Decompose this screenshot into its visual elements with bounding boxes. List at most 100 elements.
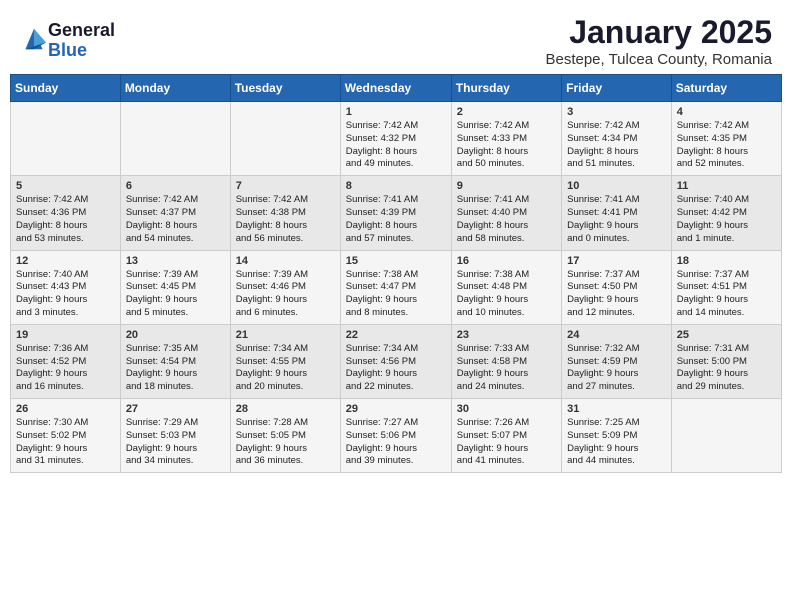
calendar-cell bbox=[230, 102, 340, 176]
cell-content: Sunrise: 7:41 AMSunset: 4:40 PMDaylight:… bbox=[457, 194, 556, 245]
calendar-cell: 21 Sunrise: 7:34 AMSunset: 4:55 PMDayligh… bbox=[230, 324, 340, 398]
cell-content: Sunrise: 7:42 AMSunset: 4:32 PMDaylight:… bbox=[346, 120, 446, 171]
day-number: 12 bbox=[16, 255, 115, 267]
cell-content: Sunrise: 7:41 AMSunset: 4:41 PMDaylight:… bbox=[567, 194, 666, 245]
day-number: 13 bbox=[126, 255, 225, 267]
cell-content: Sunrise: 7:40 AMSunset: 4:43 PMDaylight:… bbox=[16, 269, 115, 320]
calendar-cell: 28 Sunrise: 7:28 AMSunset: 5:05 PMDayligh… bbox=[230, 399, 340, 473]
calendar-week-2: 5Sunrise: 7:42 AMSunset: 4:36 PMDaylight… bbox=[11, 176, 782, 250]
calendar-week-5: 26Sunrise: 7:30 AMSunset: 5:02 PMDayligh… bbox=[11, 399, 782, 473]
col-monday: Monday bbox=[120, 75, 230, 102]
day-number: 15 bbox=[346, 255, 446, 267]
calendar-cell: 23 Sunrise: 7:33 AMSunset: 4:58 PMDayligh… bbox=[451, 324, 561, 398]
cell-content: Sunrise: 7:39 AMSunset: 4:46 PMDaylight:… bbox=[236, 269, 335, 320]
col-tuesday: Tuesday bbox=[230, 75, 340, 102]
calendar-cell: 18 Sunrise: 7:37 AMSunset: 4:51 PMDayligh… bbox=[671, 250, 781, 324]
cell-content: Sunrise: 7:42 AMSunset: 4:33 PMDaylight:… bbox=[457, 120, 556, 171]
day-number: 21 bbox=[236, 329, 335, 341]
col-friday: Friday bbox=[562, 75, 672, 102]
page-header: General Blue January 2025 Bestepe, Tulce… bbox=[0, 0, 792, 74]
calendar-cell: 3 Sunrise: 7:42 AMSunset: 4:34 PMDaylight… bbox=[562, 102, 672, 176]
day-number: 6 bbox=[126, 180, 225, 192]
day-number: 28 bbox=[236, 403, 335, 415]
cell-content: Sunrise: 7:26 AMSunset: 5:07 PMDaylight:… bbox=[457, 417, 556, 468]
calendar-cell: 6 Sunrise: 7:42 AMSunset: 4:37 PMDaylight… bbox=[120, 176, 230, 250]
day-number: 10 bbox=[567, 180, 666, 192]
calendar-cell: 17 Sunrise: 7:37 AMSunset: 4:50 PMDayligh… bbox=[562, 250, 672, 324]
day-number: 22 bbox=[346, 329, 446, 341]
calendar-cell: 14 Sunrise: 7:39 AMSunset: 4:46 PMDayligh… bbox=[230, 250, 340, 324]
cell-content: Sunrise: 7:28 AMSunset: 5:05 PMDaylight:… bbox=[236, 417, 335, 468]
logo-blue-text: Blue bbox=[48, 40, 87, 60]
col-saturday: Saturday bbox=[671, 75, 781, 102]
calendar-cell: 8 Sunrise: 7:41 AMSunset: 4:39 PMDaylight… bbox=[340, 176, 451, 250]
calendar-cell: 2Sunrise: 7:42 AMSunset: 4:33 PMDaylight… bbox=[451, 102, 561, 176]
cell-content: Sunrise: 7:38 AMSunset: 4:48 PMDaylight:… bbox=[457, 269, 556, 320]
cell-content: Sunrise: 7:34 AMSunset: 4:55 PMDaylight:… bbox=[236, 343, 335, 394]
calendar-table: Sunday Monday Tuesday Wednesday Thursday… bbox=[10, 74, 782, 473]
calendar-cell: 1Sunrise: 7:42 AMSunset: 4:32 PMDaylight… bbox=[340, 102, 451, 176]
calendar-week-3: 12 Sunrise: 7:40 AMSunset: 4:43 PMDayligh… bbox=[11, 250, 782, 324]
day-number: 30 bbox=[457, 403, 556, 415]
calendar-body: 1Sunrise: 7:42 AMSunset: 4:32 PMDaylight… bbox=[11, 102, 782, 473]
col-sunday: Sunday bbox=[11, 75, 121, 102]
col-thursday: Thursday bbox=[451, 75, 561, 102]
calendar-cell: 13Sunrise: 7:39 AMSunset: 4:45 PMDayligh… bbox=[120, 250, 230, 324]
calendar-cell bbox=[671, 399, 781, 473]
day-number: 18 bbox=[677, 255, 776, 267]
location-title: Bestepe, Tulcea County, Romania bbox=[545, 51, 772, 68]
cell-content: Sunrise: 7:42 AMSunset: 4:34 PMDaylight:… bbox=[567, 120, 666, 171]
day-number: 4 bbox=[677, 106, 776, 118]
cell-content: Sunrise: 7:34 AMSunset: 4:56 PMDaylight:… bbox=[346, 343, 446, 394]
calendar-cell: 27Sunrise: 7:29 AMSunset: 5:03 PMDayligh… bbox=[120, 399, 230, 473]
cell-content: Sunrise: 7:38 AMSunset: 4:47 PMDaylight:… bbox=[346, 269, 446, 320]
cell-content: Sunrise: 7:27 AMSunset: 5:06 PMDaylight:… bbox=[346, 417, 446, 468]
cell-content: Sunrise: 7:42 AMSunset: 4:38 PMDaylight:… bbox=[236, 194, 335, 245]
calendar-cell bbox=[11, 102, 121, 176]
cell-content: Sunrise: 7:31 AMSunset: 5:00 PMDaylight:… bbox=[677, 343, 776, 394]
calendar-cell: 11Sunrise: 7:40 AMSunset: 4:42 PMDayligh… bbox=[671, 176, 781, 250]
cell-content: Sunrise: 7:32 AMSunset: 4:59 PMDaylight:… bbox=[567, 343, 666, 394]
cell-content: Sunrise: 7:25 AMSunset: 5:09 PMDaylight:… bbox=[567, 417, 666, 468]
cell-content: Sunrise: 7:36 AMSunset: 4:52 PMDaylight:… bbox=[16, 343, 115, 394]
day-number: 11 bbox=[677, 180, 776, 192]
cell-content: Sunrise: 7:42 AMSunset: 4:37 PMDaylight:… bbox=[126, 194, 225, 245]
calendar-cell: 29 Sunrise: 7:27 AMSunset: 5:06 PMDayligh… bbox=[340, 399, 451, 473]
calendar-cell: 12 Sunrise: 7:40 AMSunset: 4:43 PMDayligh… bbox=[11, 250, 121, 324]
calendar-cell: 9Sunrise: 7:41 AMSunset: 4:40 PMDaylight… bbox=[451, 176, 561, 250]
calendar-cell: 15 Sunrise: 7:38 AMSunset: 4:47 PMDayligh… bbox=[340, 250, 451, 324]
calendar-cell: 30 Sunrise: 7:26 AMSunset: 5:07 PMDayligh… bbox=[451, 399, 561, 473]
day-number: 19 bbox=[16, 329, 115, 341]
day-number: 23 bbox=[457, 329, 556, 341]
cell-content: Sunrise: 7:29 AMSunset: 5:03 PMDaylight:… bbox=[126, 417, 225, 468]
cell-content: Sunrise: 7:37 AMSunset: 4:51 PMDaylight:… bbox=[677, 269, 776, 320]
cell-content: Sunrise: 7:33 AMSunset: 4:58 PMDaylight:… bbox=[457, 343, 556, 394]
calendar-cell: 19 Sunrise: 7:36 AMSunset: 4:52 PMDayligh… bbox=[11, 324, 121, 398]
day-number: 16 bbox=[457, 255, 556, 267]
calendar-week-4: 19 Sunrise: 7:36 AMSunset: 4:52 PMDayligh… bbox=[11, 324, 782, 398]
day-number: 17 bbox=[567, 255, 666, 267]
col-wednesday: Wednesday bbox=[340, 75, 451, 102]
calendar-cell: 25Sunrise: 7:31 AMSunset: 5:00 PMDayligh… bbox=[671, 324, 781, 398]
day-number: 8 bbox=[346, 180, 446, 192]
month-title: January 2025 bbox=[545, 14, 772, 51]
day-number: 3 bbox=[567, 106, 666, 118]
logo-general-text: General bbox=[48, 20, 115, 40]
day-number: 29 bbox=[346, 403, 446, 415]
cell-content: Sunrise: 7:41 AMSunset: 4:39 PMDaylight:… bbox=[346, 194, 446, 245]
day-number: 14 bbox=[236, 255, 335, 267]
cell-content: Sunrise: 7:30 AMSunset: 5:02 PMDaylight:… bbox=[16, 417, 115, 468]
title-block: January 2025 Bestepe, Tulcea County, Rom… bbox=[545, 14, 772, 68]
cell-content: Sunrise: 7:37 AMSunset: 4:50 PMDaylight:… bbox=[567, 269, 666, 320]
calendar-cell: 5Sunrise: 7:42 AMSunset: 4:36 PMDaylight… bbox=[11, 176, 121, 250]
calendar-week-1: 1Sunrise: 7:42 AMSunset: 4:32 PMDaylight… bbox=[11, 102, 782, 176]
calendar-header: Sunday Monday Tuesday Wednesday Thursday… bbox=[11, 75, 782, 102]
calendar-cell: 22 Sunrise: 7:34 AMSunset: 4:56 PMDayligh… bbox=[340, 324, 451, 398]
header-row: Sunday Monday Tuesday Wednesday Thursday… bbox=[11, 75, 782, 102]
day-number: 31 bbox=[567, 403, 666, 415]
logo-icon bbox=[22, 25, 46, 53]
calendar-cell: 24Sunrise: 7:32 AMSunset: 4:59 PMDayligh… bbox=[562, 324, 672, 398]
calendar-cell: 16 Sunrise: 7:38 AMSunset: 4:48 PMDayligh… bbox=[451, 250, 561, 324]
calendar-wrapper: Sunday Monday Tuesday Wednesday Thursday… bbox=[0, 74, 792, 483]
cell-content: Sunrise: 7:35 AMSunset: 4:54 PMDaylight:… bbox=[126, 343, 225, 394]
